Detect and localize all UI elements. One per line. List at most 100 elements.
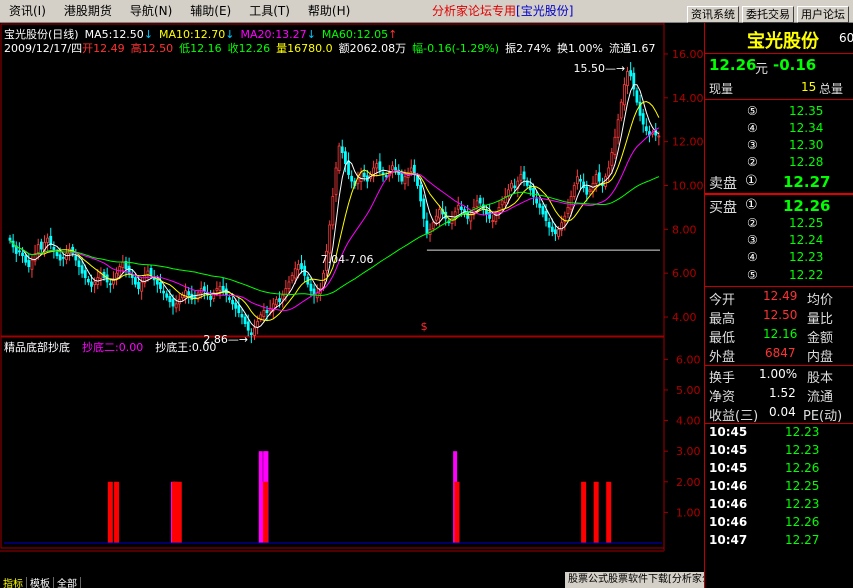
candle-body — [604, 176, 607, 187]
tick-time: 10:46 — [709, 515, 748, 529]
buy-price: 12.24 — [789, 233, 824, 247]
stock-name: 宝光股份 — [747, 31, 819, 52]
candle-body — [478, 197, 482, 204]
buy-row-1: 买盘 ① 12.26 — [707, 197, 850, 216]
info-close: 收12.26 — [227, 42, 271, 55]
candle-body — [337, 145, 341, 171]
candle-body — [579, 178, 582, 182]
candle-body — [466, 211, 470, 219]
info-system-button[interactable]: 资讯系统 — [687, 6, 739, 23]
stat-label: 今开 — [709, 293, 736, 308]
candle-body — [610, 152, 614, 166]
y-tick-label: 16.00 — [672, 48, 704, 61]
candle-body — [550, 226, 554, 232]
xianliang-value: 15 — [801, 80, 817, 94]
candle-body — [513, 185, 517, 189]
candle-body — [544, 210, 548, 221]
candle-body — [657, 135, 661, 138]
candle-body — [431, 222, 435, 229]
candle-body — [557, 228, 560, 237]
candle-body — [622, 84, 626, 106]
candle-body — [400, 172, 404, 182]
main-pane-frame — [0, 23, 665, 337]
candle-body — [375, 163, 379, 169]
tab-indicator[interactable]: 指标 — [0, 577, 27, 588]
tick-time: 10:46 — [709, 497, 748, 511]
candle-body — [541, 206, 545, 215]
candle-body — [90, 281, 93, 287]
candle-body — [281, 294, 285, 300]
info-amplitude: 振2.74% — [505, 42, 552, 55]
candle-body — [246, 321, 250, 331]
candle-body — [309, 283, 313, 292]
stat2-right-label: PE(动) — [803, 409, 843, 424]
candle-body — [547, 221, 551, 228]
divider — [705, 365, 853, 366]
candle-body — [585, 186, 589, 195]
indicator-name: 精品底部抄底 — [4, 341, 70, 354]
candle-body — [18, 250, 21, 253]
candle-body — [234, 302, 238, 309]
stat-row-low: 最低 12.16 金额 — [707, 327, 850, 346]
indicator-y-tick-label: 5.00 — [676, 384, 701, 397]
candle-body — [259, 314, 263, 320]
stock-name-row: 宝光股份 60 — [707, 27, 853, 52]
range-label: 7.04-7.06 — [321, 253, 374, 266]
divider — [705, 286, 853, 287]
s-marker: $ — [421, 320, 428, 333]
trade-button[interactable]: 委托交易 — [742, 6, 794, 23]
candle-body — [328, 224, 332, 254]
menu-tools[interactable]: 工具(T) — [240, 0, 299, 23]
buy-price: 12.25 — [789, 216, 824, 230]
stat-right-label: 金额 — [807, 331, 834, 346]
quote-panel: 宝光股份 60 12.26 元 -0.16 现量 15 总量 ⑤ 12.35 ④ 1… — [704, 23, 853, 588]
info-amount: 额2062.08万 — [338, 42, 407, 55]
menu-assist[interactable]: 辅助(E) — [181, 0, 240, 23]
indicator-legend: 精品底部抄底 抄底二:0.00 抄底王:0.00 — [4, 339, 216, 355]
candle-body — [344, 151, 347, 164]
candle-body — [77, 260, 81, 268]
menu-hk-futures[interactable]: 港股期货 — [55, 0, 121, 23]
candle-body — [538, 203, 542, 208]
chart-area[interactable]: 4.00 6.00 8.00 10.00 12.00 14.00 16.00 1.00 2.00… — [0, 23, 853, 588]
candle-body — [65, 253, 68, 260]
menu-navigate[interactable]: 导航(N) — [121, 0, 181, 23]
stat2-label: 净资 — [709, 390, 736, 405]
tick-price: 12.26 — [785, 461, 820, 475]
candle-body — [8, 237, 12, 241]
info-low: 低12.16 — [179, 42, 222, 55]
candle-body — [522, 171, 526, 180]
candle-body — [162, 290, 165, 294]
candle-body — [419, 185, 423, 202]
menu-info[interactable]: 资讯(I) — [0, 0, 55, 23]
tick-row: 10:46 12.23 — [707, 497, 850, 514]
buy-mark: ① — [745, 197, 758, 213]
y-tick-label: 4.00 — [672, 311, 697, 324]
ohlc-info-line: 2009/12/17/四开12.49 高12.50 低12.16 收12.26 量167… — [4, 40, 655, 56]
candle-body — [187, 291, 191, 296]
candle-body — [629, 70, 633, 77]
tab-template[interactable]: 模板 — [27, 577, 54, 588]
sell-row-1: 卖盘 ① 12.27 — [707, 173, 850, 192]
menu-help[interactable]: 帮助(H) — [299, 0, 359, 23]
candle-body — [83, 270, 87, 278]
user-forum-button[interactable]: 用户论坛 — [797, 6, 849, 23]
stock-app-window: 资讯(I) 港股期货 导航(N) 辅助(E) 工具(T) 帮助(H) 分析家论坛专用[宝光… — [0, 0, 853, 588]
tab-all[interactable]: 全部 — [54, 577, 81, 588]
candle-body — [409, 167, 413, 172]
tick-row: 10:45 12.23 — [707, 443, 850, 460]
candle-body — [566, 207, 570, 214]
divider — [705, 423, 853, 424]
indicator-pane-frame — [0, 336, 665, 549]
sell-mark: ① — [745, 173, 758, 189]
tick-time: 10:45 — [709, 461, 748, 475]
sell-row-5: ⑤ 12.35 — [707, 104, 850, 121]
tick-row: 10:46 12.25 — [707, 479, 850, 496]
candle-body — [159, 281, 162, 289]
stat2-value: 1.00% — [759, 367, 798, 381]
y-tick-label: 10.00 — [672, 180, 704, 193]
sell-row-4: ④ 12.34 — [707, 121, 850, 138]
current-price: 12.26 — [709, 56, 757, 74]
candle-body — [174, 303, 178, 309]
candle-body — [221, 285, 225, 292]
